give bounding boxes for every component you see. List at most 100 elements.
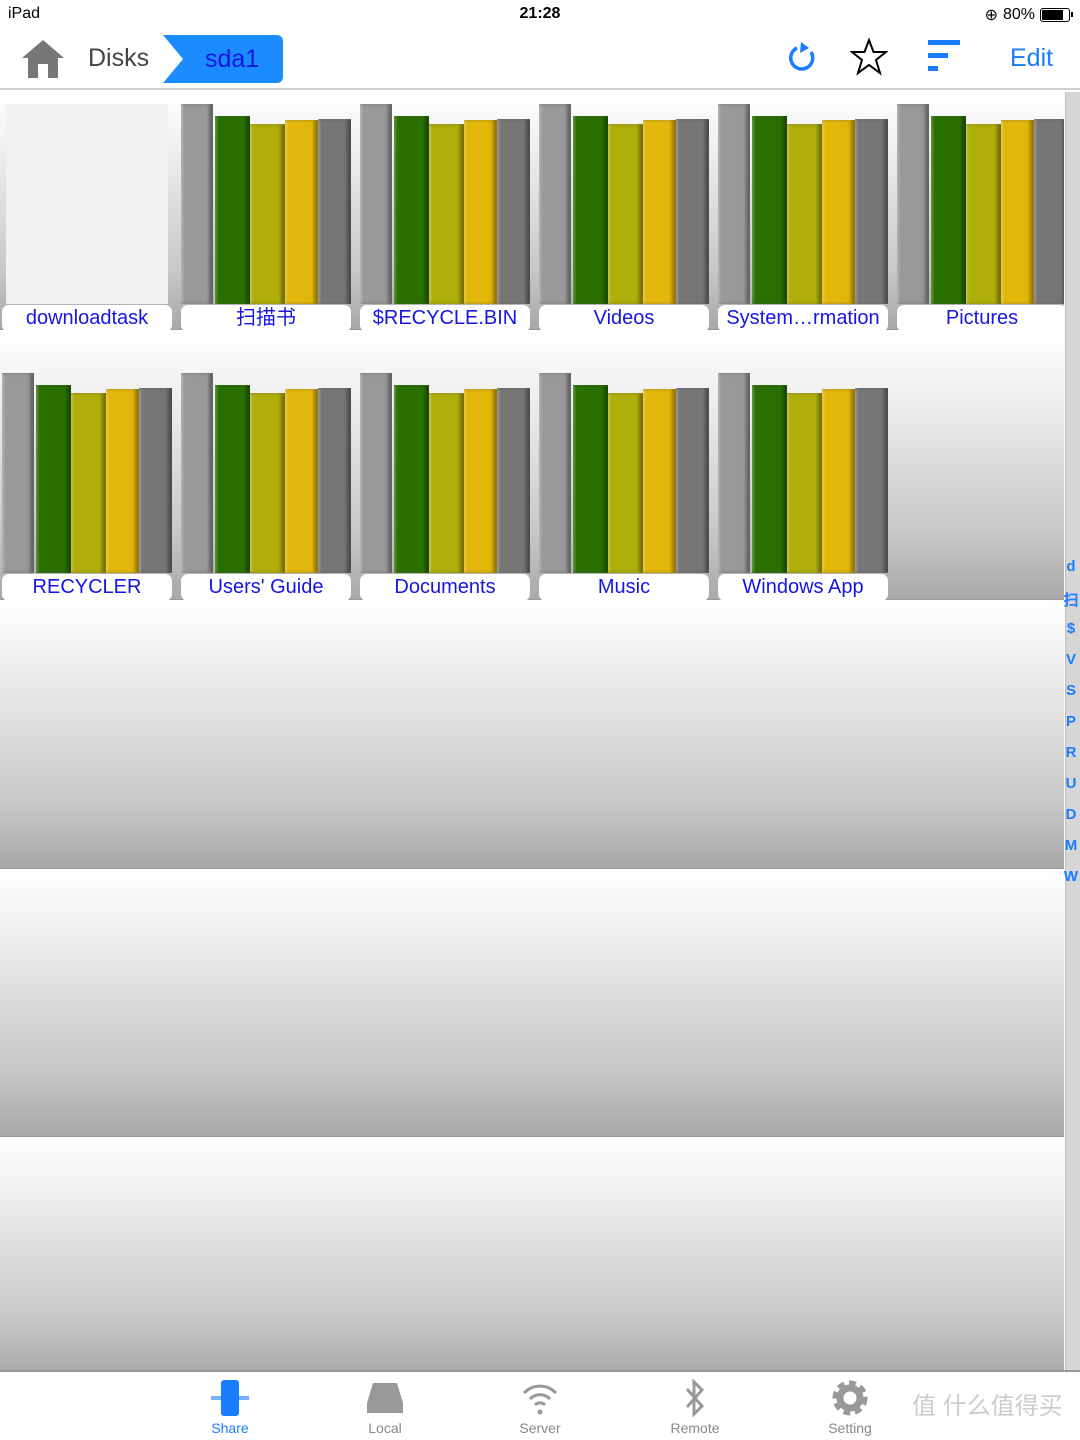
book-spine	[1001, 120, 1034, 304]
book-spine	[285, 389, 318, 573]
book-spine	[250, 393, 285, 573]
folder-label: Windows App	[718, 574, 888, 601]
book-spine	[539, 373, 571, 573]
folder-label: RECYCLER	[2, 574, 172, 601]
index-letter[interactable]: M	[1062, 837, 1080, 868]
battery-icon	[1040, 8, 1073, 22]
book-spine	[181, 104, 213, 304]
book-spine	[573, 385, 608, 573]
tab-label: Server	[519, 1420, 561, 1436]
folder-label: Documents	[360, 574, 530, 601]
book-spine	[285, 120, 318, 304]
index-letter[interactable]: 扫	[1062, 589, 1080, 620]
book-spine	[608, 393, 643, 573]
battery-percent: 80%	[1002, 6, 1035, 23]
folder-item[interactable]: Music	[537, 373, 711, 601]
tab-setting[interactable]: Setting	[800, 1376, 900, 1436]
breadcrumb-current[interactable]: sda1	[163, 35, 283, 83]
book-spine	[2, 373, 34, 573]
index-letter[interactable]: S	[1062, 682, 1080, 713]
folder-item[interactable]: Pictures	[895, 104, 1064, 332]
tab-share[interactable]: Share	[180, 1376, 280, 1436]
index-letter[interactable]: P	[1062, 713, 1080, 744]
book-spine	[464, 120, 497, 304]
index-letter[interactable]: d	[1062, 558, 1080, 589]
index-letter[interactable]: W	[1062, 868, 1080, 899]
bluetooth-icon	[645, 1376, 745, 1420]
home-icon[interactable]	[20, 38, 66, 80]
rotation-lock-icon: ⊕	[984, 7, 998, 24]
folder-label: Pictures	[897, 305, 1064, 332]
index-letter[interactable]: U	[1062, 775, 1080, 806]
folder-item[interactable]: System…rmation	[716, 104, 890, 332]
tab-local[interactable]: Local	[335, 1376, 435, 1436]
status-bar: iPad 21:28 ⊕ 80%	[0, 0, 1080, 30]
folder-label: System…rmation	[718, 305, 888, 332]
edit-button[interactable]: Edit	[1010, 44, 1053, 73]
index-letter[interactable]: D	[1062, 806, 1080, 837]
book-spine	[718, 373, 750, 573]
tab-server[interactable]: Server	[490, 1376, 590, 1436]
breadcrumb-disks[interactable]: Disks	[88, 44, 149, 73]
book-spine	[676, 119, 709, 304]
folder-item[interactable]: Users' Guide	[179, 373, 353, 601]
index-letter[interactable]: V	[1062, 651, 1080, 682]
book-spine	[966, 124, 1001, 304]
book-spine	[787, 124, 822, 304]
folder-books-icon	[360, 373, 530, 573]
folder-label: Users' Guide	[181, 574, 351, 601]
tab-label: Local	[368, 1420, 402, 1436]
folder-item[interactable]: $RECYCLE.BIN	[358, 104, 532, 332]
folder-books-icon	[360, 104, 530, 304]
folder-label: $RECYCLE.BIN	[360, 305, 530, 332]
book-spine	[752, 116, 787, 304]
folder-books-icon	[718, 104, 888, 304]
tab-label: Share	[211, 1420, 249, 1436]
book-spine	[215, 116, 250, 304]
folder-grid: downloadtask 扫描书 $RECYCLE.BIN Videos System……	[0, 92, 1064, 1370]
folder-label: downloadtask	[2, 305, 172, 332]
tab-remote[interactable]: Remote	[645, 1376, 745, 1436]
index-letter[interactable]: $	[1062, 620, 1080, 651]
wifi-icon	[490, 1376, 590, 1420]
star-icon[interactable]	[850, 38, 888, 76]
shelf	[0, 869, 1064, 1137]
book-spine	[497, 388, 530, 573]
book-spine	[787, 393, 822, 573]
book-spine	[71, 393, 106, 573]
book-spine	[718, 104, 750, 304]
folder-item[interactable]: Documents	[358, 373, 532, 601]
book-spine	[250, 124, 285, 304]
book-spine	[36, 385, 71, 573]
clock: 21:28	[519, 5, 561, 22]
book-spine	[139, 388, 172, 573]
book-spine	[855, 119, 888, 304]
book-spine	[318, 119, 351, 304]
book-spine	[608, 124, 643, 304]
folder-books-icon	[718, 373, 888, 573]
refresh-icon[interactable]	[785, 38, 819, 78]
book-spine	[643, 120, 676, 304]
book-spine	[539, 104, 571, 304]
book-spine	[497, 119, 530, 304]
sort-icon[interactable]	[926, 38, 962, 74]
book-spine	[181, 373, 213, 573]
folder-label: 扫描书	[181, 305, 351, 332]
book-spine	[394, 116, 429, 304]
book-spine	[573, 116, 608, 304]
nav-bar: Disks sda1 Edit	[0, 30, 1080, 90]
book-spine	[643, 389, 676, 573]
folder-item[interactable]: Videos	[537, 104, 711, 332]
book-spine	[1034, 119, 1064, 304]
book-spine	[360, 104, 392, 304]
folder-books-icon	[2, 373, 172, 573]
folder-item[interactable]: 扫描书	[179, 104, 353, 332]
folder-item[interactable]: RECYCLER	[0, 373, 174, 601]
shelf	[0, 1137, 1064, 1370]
folder-label: Music	[539, 574, 709, 601]
index-letter[interactable]: R	[1062, 744, 1080, 775]
book-spine	[676, 388, 709, 573]
folder-item[interactable]: downloadtask	[0, 104, 174, 332]
section-index[interactable]: d 扫 $ V S P R U D M W	[1062, 558, 1080, 899]
folder-item[interactable]: Windows App	[716, 373, 890, 601]
